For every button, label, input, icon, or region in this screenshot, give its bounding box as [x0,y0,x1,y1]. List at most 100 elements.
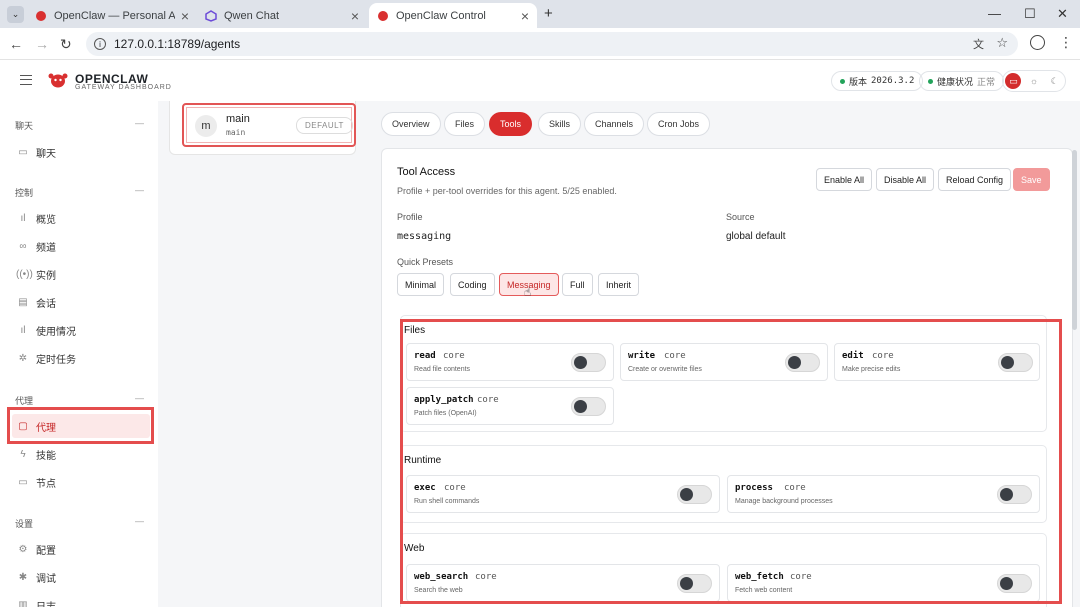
tool-name: web_search [414,572,469,582]
save-button[interactable]: Save [1013,168,1050,191]
mouse-cursor-icon: ☝ [524,285,532,299]
page-scrollbar[interactable] [1072,150,1077,330]
back-icon[interactable]: ← [9,36,23,52]
sun-theme-icon[interactable]: ☼ [1026,73,1042,89]
sidebar-item-logs[interactable]: ▥ 日志 [12,593,150,607]
moon-theme-icon[interactable]: ☾ [1047,73,1063,89]
tool-toggle[interactable] [785,353,820,372]
main-content: m main main DEFAULT Overview Files Tools… [158,101,1080,607]
tool-toggle[interactable] [677,485,712,504]
url-field[interactable]: i 127.0.0.1:18789/agents 文 ☆ [86,32,1018,56]
url-text: 127.0.0.1:18789/agents [114,37,241,51]
sidebar-item-instances[interactable]: ((•)) 实例 [12,262,150,286]
agent-list-card: m main main DEFAULT [169,101,356,155]
sidebar-item-label: 使用情况 [36,326,76,338]
sidebar-item-label: 日志 [36,601,56,607]
maximize-icon[interactable]: ☐ [1024,6,1036,22]
sidebar-group-agents: 代理 [15,396,34,406]
translate-icon[interactable]: 文 [973,36,984,52]
sidebar-item-sessions[interactable]: ▤ 会话 [12,290,150,314]
monitor-icon: ▭ [18,476,28,488]
collapse-icon[interactable]: — [135,516,144,526]
collapse-icon[interactable]: — [135,118,144,128]
toggle-knob [680,577,693,590]
theme-switcher: ▭ ☼ ☾ [1002,70,1066,92]
forward-icon[interactable]: → [35,36,49,52]
sidebar: 聊天 — ▭ 聊天 控制 — ıl 概览 ∞ 频道 ((•)) 实例 ▤ 会话 ıl 使用情… [0,101,158,607]
close-icon[interactable]: × [181,8,189,24]
version-pill: 版本 2026.3.2 [831,71,924,91]
tool-section-web: Web web_search core Search the web web_f… [400,533,1047,607]
sidebar-item-usage[interactable]: ıl 使用情况 [12,318,150,342]
bug-icon: ✱ [18,571,28,583]
tab-overview[interactable]: Overview [381,112,441,136]
browser-tab-openclaw-site[interactable]: OpenClaw — Personal AI Assistant × [27,3,197,28]
tool-toggle[interactable] [677,574,712,593]
sidebar-item-label: 会话 [36,298,56,310]
browser-tab-openclaw-control[interactable]: OpenClaw Control × [369,3,537,28]
tab-skills[interactable]: Skills [538,112,582,136]
sidebar-item-nodes[interactable]: ▭ 节点 [12,470,150,494]
agent-list-item-main[interactable]: m main main DEFAULT [182,103,356,147]
enable-all-button[interactable]: Enable All [816,168,873,191]
tool-name: process [735,483,773,493]
tool-tag: core [872,351,894,361]
sidebar-item-chat[interactable]: ▭ 聊天 [12,140,150,164]
reload-icon[interactable]: ↻ [60,36,72,53]
tab-cron-jobs[interactable]: Cron Jobs [647,112,711,136]
tool-card-read: read core Read file contents [406,343,614,381]
sidebar-item-label: 频道 [36,242,56,254]
panel-subtitle: Profile + per-tool overrides for this ag… [397,186,617,196]
window-close-icon[interactable]: ✕ [1057,6,1068,22]
minimize-icon[interactable]: — [988,6,1001,21]
profile-icon[interactable] [1030,35,1045,50]
tool-access-panel: Tool Access Profile + per-tool overrides… [381,148,1073,607]
sidebar-item-cron[interactable]: ✲ 定时任务 [12,346,150,370]
health-label: 健康状况 [937,76,974,87]
menu-kebab-icon[interactable]: ⋮ [1059,34,1073,51]
tool-name: read [414,351,436,361]
preset-coding-button[interactable]: Coding [450,273,495,296]
agent-id: main [226,128,246,137]
close-icon[interactable]: × [351,8,359,24]
tool-toggle[interactable] [997,485,1032,504]
reload-config-button[interactable]: Reload Config [938,168,1012,191]
bookmark-star-icon[interactable]: ☆ [996,35,1008,51]
preset-minimal-button[interactable]: Minimal [397,273,445,296]
browser-tab-qwen[interactable]: Qwen Chat × [197,3,367,28]
sidebar-item-label: 配置 [36,545,56,557]
sidebar-item-overview[interactable]: ıl 概览 [12,206,150,230]
close-icon[interactable]: × [521,8,529,24]
tab-search-icon[interactable]: ⌄ [7,6,24,23]
preset-full-button[interactable]: Full [562,273,593,296]
sidebar-item-channels[interactable]: ∞ 频道 [12,234,150,258]
sidebar-item-agents[interactable]: ▢ 代理 [12,414,150,438]
new-tab-icon[interactable]: + [544,5,553,22]
sidebar-item-skills[interactable]: ϟ 技能 [12,442,150,466]
tool-toggle[interactable] [998,353,1033,372]
monitor-theme-icon[interactable]: ▭ [1005,73,1022,89]
tool-name: web_fetch [735,572,784,582]
tab-label: OpenClaw Control [396,9,486,22]
preset-inherit-button[interactable]: Inherit [598,273,640,296]
tool-name: exec [414,483,436,493]
tool-toggle[interactable] [571,353,606,372]
quick-presets-label: Quick Presets [397,257,454,267]
status-dot-icon [840,78,845,84]
tab-channels[interactable]: Channels [584,112,645,136]
disable-all-button[interactable]: Disable All [876,168,935,191]
tool-name: apply_patch [414,395,474,405]
tool-desc: Create or overwrite files [628,366,702,373]
tool-toggle[interactable] [997,574,1032,593]
tool-toggle[interactable] [571,397,606,416]
collapse-icon[interactable]: — [135,393,144,403]
collapse-icon[interactable]: — [135,185,144,195]
sidebar-item-debug[interactable]: ✱ 调试 [12,565,150,589]
log-icon: ▥ [18,599,28,607]
info-icon[interactable]: i [94,38,106,50]
tab-tools[interactable]: Tools [489,112,533,136]
tab-files[interactable]: Files [444,112,486,136]
hamburger-menu-icon[interactable] [20,75,32,85]
sidebar-item-config[interactable]: ⚙ 配置 [12,537,150,561]
brand-subtitle: GATEWAY DASHBOARD [75,84,172,91]
